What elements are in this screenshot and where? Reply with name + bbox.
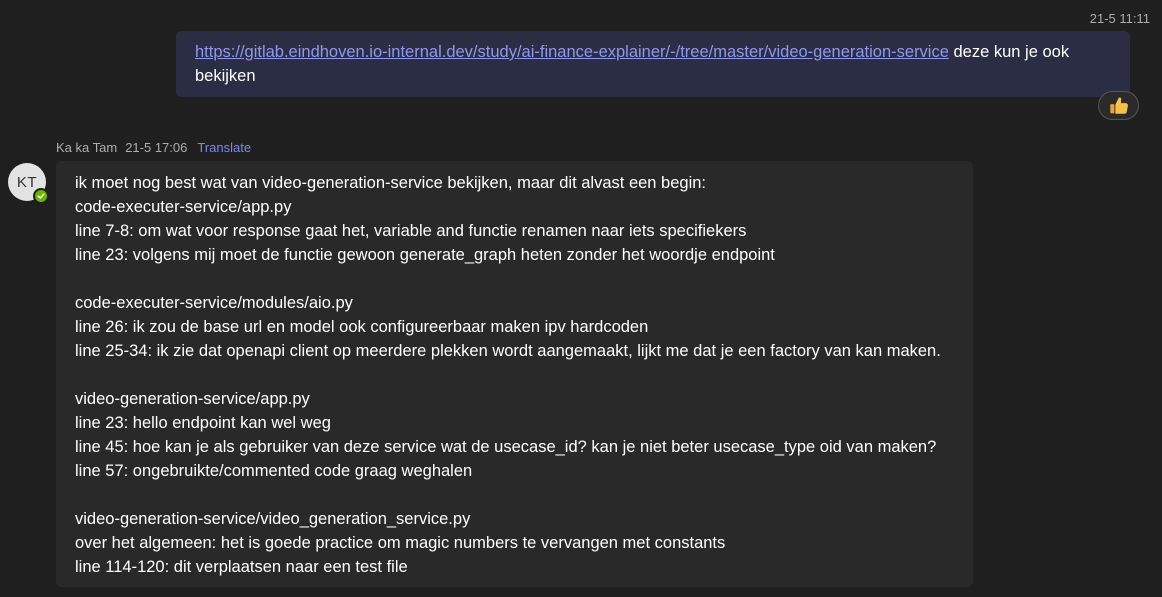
message-meta: Ka ka Tam 21-5 17:06 Translate xyxy=(56,140,251,155)
reaction-thumbs-up[interactable] xyxy=(1098,91,1139,120)
message-line: line 23: hello endpoint kan wel weg xyxy=(75,414,331,432)
message-line: line 23: volgens mij moet de functie gew… xyxy=(75,246,775,264)
received-message-timestamp: 21-5 17:06 xyxy=(125,140,188,155)
message-line: line 26: ik zou de base url en model ook… xyxy=(75,318,649,336)
message-line: code-executer-service/app.py xyxy=(75,198,292,216)
message-line: line 114-120: dit verplaatsen naar een t… xyxy=(75,558,408,576)
presence-available-icon xyxy=(33,188,49,204)
avatar-initials: KT xyxy=(16,173,38,191)
sent-message-timestamp: 21-5 11:11 xyxy=(1089,11,1150,26)
sender-name: Ka ka Tam xyxy=(56,140,118,155)
chat-thread: 21-5 11:11 https://gitlab.eindhoven.io-i… xyxy=(0,0,1162,597)
message-line: line 57: ongebruikte/commented code graa… xyxy=(75,462,473,480)
message-line: line 45: hoe kan je als gebruiker van de… xyxy=(75,438,937,456)
message-line: code-executer-service/modules/aio.py xyxy=(75,294,353,312)
thumbs-up-icon xyxy=(1109,96,1128,114)
sent-message-text-line2: bekijken xyxy=(195,67,256,85)
message-line: ik moet nog best wat van video-generatio… xyxy=(75,174,707,192)
gitlab-link[interactable]: https://gitlab.eindhoven.io-internal.dev… xyxy=(195,43,949,61)
received-message-bubble: ik moet nog best wat van video-generatio… xyxy=(56,161,973,587)
message-line: line 7-8: om wat voor response gaat het,… xyxy=(75,222,747,240)
sent-message-text: deze kun je ook xyxy=(948,43,1070,61)
message-line: video-generation-service/video_generatio… xyxy=(75,510,471,528)
sent-message-bubble: https://gitlab.eindhoven.io-internal.dev… xyxy=(176,31,1130,97)
message-line: line 25-34: ik zie dat openapi client op… xyxy=(75,342,941,360)
message-line: video-generation-service/app.py xyxy=(75,390,310,408)
message-line: over het algemeen: het is goede practice… xyxy=(75,534,726,552)
checkmark-icon xyxy=(37,193,45,199)
translate-link[interactable]: Translate xyxy=(197,140,251,155)
